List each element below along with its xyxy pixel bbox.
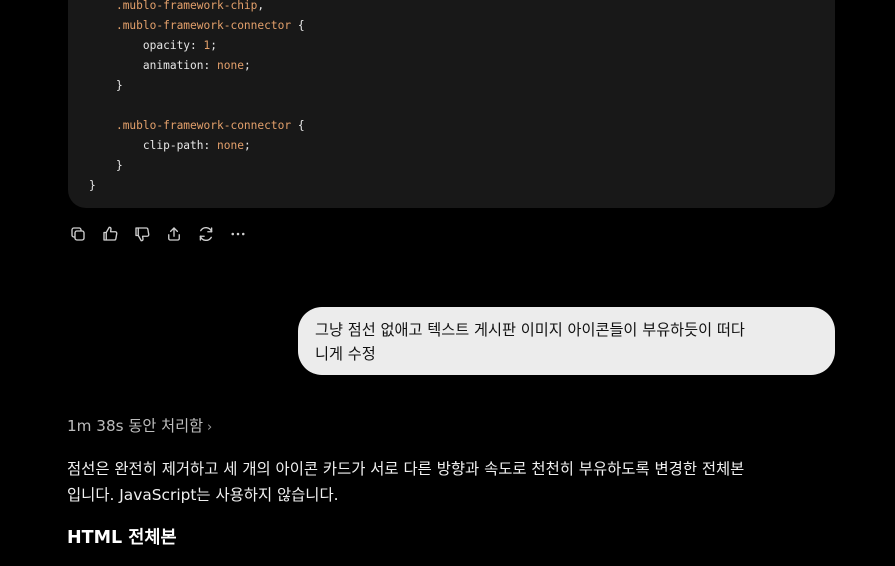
code-line: } (89, 156, 305, 176)
share-icon (168, 227, 180, 241)
code-token: opacity: (142, 39, 204, 52)
assistant-response-text: 점선은 완전히 제거하고 세 개의 아이콘 카드가 서로 다른 방향과 속도로 … (67, 456, 847, 508)
code-token: ; (210, 39, 218, 52)
more-icon (231, 232, 245, 236)
code-line: } (89, 76, 305, 96)
code-token: .mublo-framework-chip (115, 0, 258, 12)
code-line: .mublo-framework-connector { (89, 16, 305, 36)
section-heading: HTML 전체본 (67, 528, 177, 548)
user-message-line: 그냥 점선 없애고 텍스트 게시판 이미지 아이콘들이 부유하듯이 떠다 (315, 321, 745, 339)
code-content: .mublo-framework-chip, .mublo-framework-… (89, 0, 305, 196)
regenerate-button[interactable] (194, 222, 218, 246)
code-token: ; (243, 139, 251, 152)
code-token: none (216, 139, 244, 152)
share-button[interactable] (162, 222, 186, 246)
message-actions (66, 222, 250, 246)
code-line: .mublo-framework-connector { (89, 116, 305, 136)
response-line: 입니다. JavaScript는 사용하지 않습니다. (67, 486, 339, 504)
code-token: , (257, 0, 265, 12)
code-token: clip-path: (142, 139, 217, 152)
more-actions-button[interactable] (226, 222, 250, 246)
copy-button[interactable] (66, 222, 90, 246)
regenerate-icon (199, 226, 213, 242)
code-token: { (291, 119, 305, 132)
code-line: } (89, 176, 305, 196)
code-token: .mublo-framework-connector (115, 19, 292, 32)
code-token: { (291, 19, 305, 32)
code-line: .mublo-framework-chip, (89, 0, 305, 16)
thinking-duration-toggle[interactable]: 1m 38s 동안 처리함 › (67, 414, 212, 440)
chevron-right-icon: › (207, 420, 213, 435)
code-token: animation: (142, 59, 217, 72)
code-token: } (115, 159, 123, 172)
code-line: clip-path: none; (89, 136, 305, 156)
code-token: } (115, 79, 123, 92)
good-response-button[interactable] (98, 222, 122, 246)
code-token: ; (243, 59, 251, 72)
thumbs-down-icon (135, 227, 150, 242)
code-line: opacity: 1; (89, 36, 305, 56)
code-line: animation: none; (89, 56, 305, 76)
code-token: .mublo-framework-connector (115, 119, 292, 132)
response-line: 점선은 완전히 제거하고 세 개의 아이콘 카드가 서로 다른 방향과 속도로 … (67, 460, 745, 478)
thinking-label: 1m 38s 동안 처리함 (67, 417, 204, 435)
code-token: } (89, 179, 96, 192)
code-token: none (216, 59, 244, 72)
user-message-bubble: 그냥 점선 없애고 텍스트 게시판 이미지 아이콘들이 부유하듯이 떠다 니게 … (298, 307, 835, 375)
user-message-line: 니게 수정 (315, 345, 376, 363)
copy-icon (71, 227, 85, 241)
thumbs-up-icon (103, 226, 118, 241)
code-block: .mublo-framework-chip, .mublo-framework-… (68, 0, 835, 208)
bad-response-button[interactable] (130, 222, 154, 246)
